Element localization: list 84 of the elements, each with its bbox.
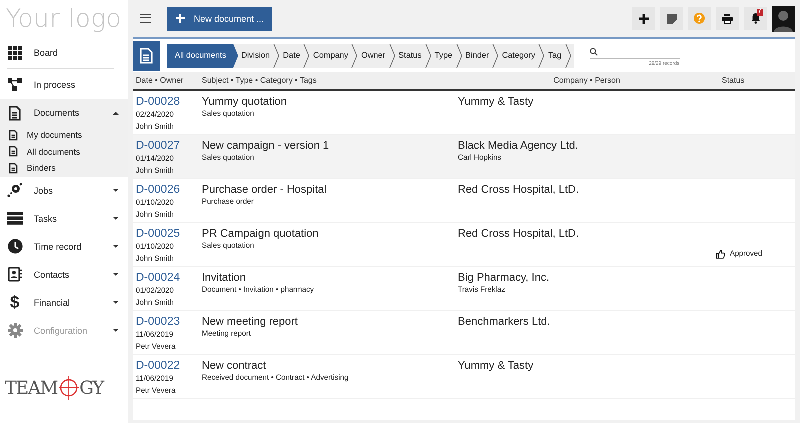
- sidebar-item[interactable]: Time record: [0, 232, 128, 260]
- document-icon: [9, 106, 21, 120]
- filter-tab[interactable]: All documents: [167, 44, 238, 68]
- company-text: Yummy & Tasty: [458, 95, 534, 109]
- company-text: Black Media Agency Ltd.: [458, 139, 578, 153]
- filter-tab[interactable]: Type: [432, 44, 456, 68]
- column-header: Subject • Type • Category • Tags: [202, 76, 318, 85]
- filter-tab[interactable]: Status: [396, 44, 425, 68]
- subject-text: New campaign - version 1: [202, 139, 330, 153]
- sidebar-item[interactable]: In process: [0, 71, 128, 99]
- document-icon: [8, 130, 18, 141]
- sidebar-item[interactable]: Contacts: [0, 260, 128, 288]
- gear-icon: [7, 183, 23, 198]
- settings-icon: [8, 323, 22, 338]
- filter-tab[interactable]: Division: [238, 44, 274, 68]
- subject-text: Invitation: [202, 271, 246, 285]
- tasks-icon: [7, 212, 23, 225]
- sidebar-item[interactable]: Board: [0, 39, 128, 67]
- dollar-icon: $: [10, 294, 20, 311]
- print-icon: [722, 14, 733, 24]
- chevron-icon: [538, 44, 546, 68]
- filter-tab[interactable]: Binder: [462, 44, 492, 68]
- column-header: Status: [721, 76, 746, 85]
- document-link[interactable]: D-00022: [136, 359, 180, 373]
- sidebar-subitem[interactable]: All documents: [0, 144, 128, 160]
- chevron-icon: [492, 44, 500, 68]
- document-link[interactable]: D-00024: [136, 271, 180, 285]
- search-icon: [590, 48, 598, 56]
- thumbs-up-icon: [716, 250, 725, 258]
- chevron-icon: [303, 44, 310, 68]
- sidebar-subitem[interactable]: Binders: [0, 160, 128, 176]
- document-link[interactable]: D-00025: [136, 227, 180, 241]
- company-text: Benchmarkers Ltd.: [458, 315, 550, 329]
- sidebar-item[interactable]: Tasks: [0, 204, 128, 232]
- bell-icon: [750, 13, 760, 24]
- filter-tab[interactable]: Company: [310, 44, 352, 68]
- search-field[interactable]: [590, 45, 680, 59]
- subject-text: New contract: [202, 359, 266, 373]
- filter-tab[interactable]: Tag: [545, 44, 565, 68]
- company-text: Yummy & Tasty: [458, 359, 534, 373]
- company-text: Big Pharmacy, Inc.: [458, 271, 550, 285]
- sidebar-item[interactable]: $ Financial: [0, 288, 128, 316]
- document-link[interactable]: D-00028: [136, 95, 180, 109]
- sidebar-item[interactable]: Documents: [0, 99, 128, 127]
- logo-text: Your logo: [6, 3, 122, 35]
- column-header: Company • Person: [552, 76, 622, 85]
- company-text: Red Cross Hospital, LtD.: [458, 227, 580, 241]
- plus-button[interactable]: [632, 7, 655, 30]
- grid-icon: [8, 46, 22, 60]
- clock-icon: [8, 239, 22, 254]
- chevron-icon: [456, 44, 463, 68]
- note-button[interactable]: [660, 7, 683, 30]
- document-icon: [8, 162, 18, 174]
- plus-icon: [176, 14, 185, 23]
- filter-tab[interactable]: Owner: [358, 44, 389, 68]
- sidebar-item[interactable]: Jobs: [0, 176, 128, 204]
- contacts-icon: [8, 267, 22, 282]
- note-icon: [666, 14, 676, 24]
- chevron-icon: [564, 44, 572, 68]
- help-icon: [694, 13, 705, 24]
- subject-text: PR Campaign quotation: [202, 227, 319, 241]
- document-link[interactable]: D-00026: [136, 183, 180, 197]
- menu-icon[interactable]: [140, 14, 151, 23]
- plus-icon: [638, 14, 648, 24]
- subject-text: Yummy quotation: [202, 95, 287, 109]
- chevron-icon: [424, 44, 432, 68]
- user-avatar[interactable]: [772, 6, 795, 32]
- print-button[interactable]: [716, 7, 739, 30]
- brand-logo: TEAM GY: [4, 375, 104, 402]
- subject-text: Purchase order - Hospital: [202, 183, 327, 197]
- document-link[interactable]: D-00023: [136, 315, 180, 329]
- document-icon: [8, 146, 18, 158]
- column-header: Date • Owner: [135, 76, 185, 85]
- chevron-icon: [273, 44, 280, 68]
- company-text: Red Cross Hospital, LtD.: [458, 183, 580, 197]
- new-document-button[interactable]: New document ...: [167, 6, 272, 30]
- subject-text: New meeting report: [202, 315, 298, 329]
- chevron-icon: [388, 44, 396, 68]
- filter-tab[interactable]: Category: [499, 44, 538, 68]
- filter-tab[interactable]: Date: [280, 44, 304, 68]
- document-link[interactable]: D-00027: [136, 139, 180, 153]
- sidebar-subitem[interactable]: My documents: [0, 127, 128, 144]
- chevron-icon: [351, 44, 358, 68]
- flow-icon: [8, 78, 22, 92]
